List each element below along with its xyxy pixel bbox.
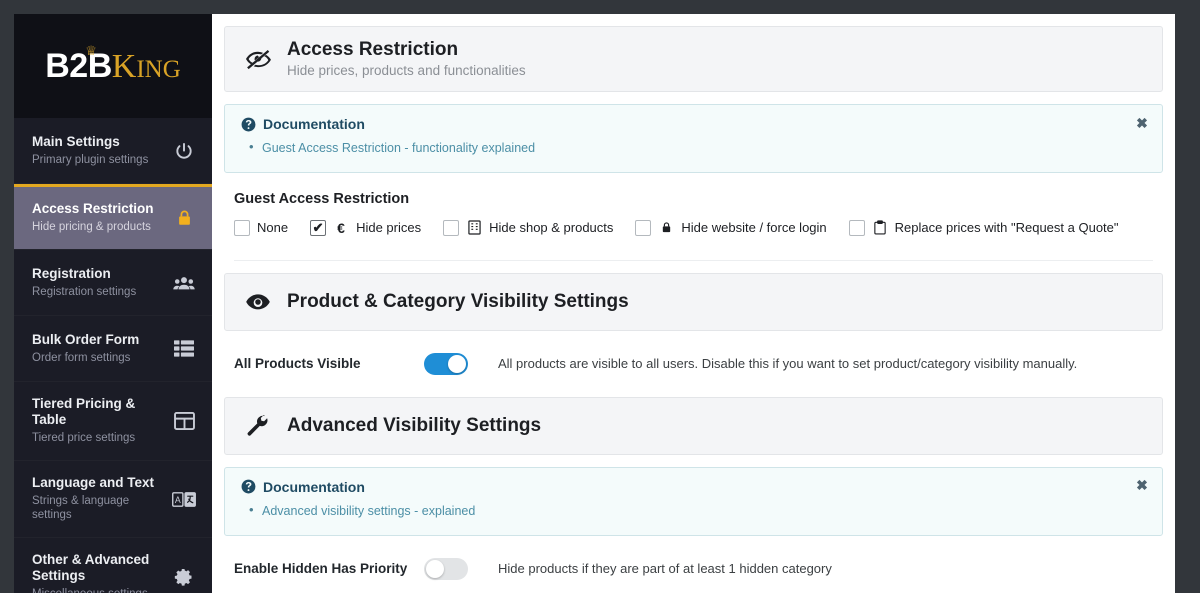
question-circle-icon (241, 479, 256, 494)
checkbox-option-hide-website-force-login[interactable]: Hide website / force login (635, 219, 827, 236)
toggle-enable-hidden-has-priority[interactable] (424, 557, 468, 580)
logo-text-secondary-rest: ING (136, 55, 181, 83)
documentation-link-list: Advanced visibility settings - explained (249, 500, 1146, 521)
sidebar-item-title: Language and Text (32, 475, 155, 491)
guest-access-options: None ✔ € Hide prices Hide shop & product… (234, 219, 1153, 236)
sidebar: ♕ B2BKING Main Settings Primary plugin s… (14, 14, 212, 593)
gear-icon (172, 565, 196, 589)
content-area: Access Restriction Hide prices, products… (212, 14, 1175, 593)
checkbox-label: Replace prices with "Request a Quote" (894, 220, 1119, 236)
sidebar-item-subtitle: Tiered price settings (32, 432, 136, 445)
sidebar-item-title: Tiered Pricing & Table (32, 396, 136, 428)
checkbox-hide-website-force-login[interactable] (635, 219, 652, 236)
toggle-all-products-visible[interactable] (424, 352, 468, 375)
checkbox-label: Hide shop & products (489, 220, 614, 236)
eye-icon (243, 287, 273, 317)
checkbox-none[interactable] (234, 219, 250, 236)
checkbox-option-none[interactable]: None (234, 219, 289, 236)
setting-row-enable-hidden-has-priority: Enable Hidden Has Priority Hide products… (224, 536, 1163, 580)
sidebar-item-title: Registration (32, 265, 111, 281)
checkbox-label: None (257, 220, 289, 236)
sidebar-item-subtitle: Strings & language settings (32, 495, 130, 522)
checkbox-hide-prices[interactable]: ✔ (310, 219, 327, 236)
section-title: Advanced Visibility Settings (287, 414, 542, 436)
sidebar-item-subtitle: Hide pricing & products (32, 221, 151, 234)
sidebar-item-title: Other & Advanced Settings (32, 551, 150, 584)
svg-text:A: A (175, 494, 181, 504)
setting-description: All products are visible to all users. D… (498, 356, 1078, 372)
sidebar-item-subtitle: Registration settings (32, 285, 137, 298)
page-title: Access Restriction (287, 39, 459, 60)
check-icon: ✔ (312, 219, 324, 235)
sidebar-item-title: Main Settings (32, 133, 120, 149)
documentation-title: Documentation (263, 478, 365, 495)
sidebar-item-tiered-pricing[interactable]: Tiered Pricing & Table Tiered price sett… (14, 382, 212, 462)
toggle-knob (426, 559, 444, 578)
sidebar-item-main-settings[interactable]: Main Settings Primary plugin settings (14, 118, 212, 184)
documentation-title: Documentation (263, 116, 365, 133)
lock-icon (658, 220, 674, 236)
section-heading: Guest Access Restriction (234, 190, 410, 207)
checkbox-option-replace-prices-request-quote[interactable]: Replace prices with "Request a Quote" (848, 219, 1119, 236)
brand-logo[interactable]: ♕ B2BKING (14, 14, 212, 118)
close-icon[interactable]: ✖ (1134, 115, 1150, 131)
shop-icon (466, 220, 482, 236)
users-icon (172, 271, 196, 295)
section-title: Product & Category Visibility Settings (287, 290, 629, 312)
sidebar-item-other-advanced-settings[interactable]: Other & Advanced Settings Miscellaneous … (14, 537, 212, 593)
logo-text-secondary-cap: K (111, 47, 137, 85)
table-icon (172, 409, 196, 433)
setting-description: Hide products if they are part of at lea… (498, 561, 832, 577)
sidebar-item-language-and-text[interactable]: Language and Text Strings & language set… (14, 461, 212, 538)
power-icon (172, 139, 196, 163)
crown-icon: ♕ (85, 42, 97, 58)
close-icon[interactable]: ✖ (1134, 477, 1150, 494)
checkbox-replace-prices-request-quote[interactable] (848, 219, 865, 236)
checkbox-label: Hide prices (356, 220, 422, 236)
sidebar-item-registration[interactable]: Registration Registration settings (14, 250, 212, 316)
sidebar-item-subtitle: Order form settings (32, 351, 131, 364)
advanced-visibility-header: Advanced Visibility Settings (224, 396, 1163, 455)
documentation-link-list: Guest Access Restriction - functionality… (249, 137, 1146, 158)
toggle-knob (448, 354, 466, 373)
checkbox-option-hide-prices[interactable]: ✔ € Hide prices (310, 219, 422, 236)
sidebar-item-title: Bulk Order Form (32, 331, 140, 347)
list-grid-icon (172, 337, 196, 361)
lock-icon (172, 206, 196, 230)
product-category-visibility-header: Product & Category Visibility Settings (224, 272, 1163, 331)
translate-icon: A (172, 487, 196, 511)
sidebar-item-subtitle: Miscellaneous settings (32, 588, 166, 593)
documentation-link[interactable]: Guest Access Restriction - functionality… (262, 141, 535, 155)
sidebar-item-subtitle: Primary plugin settings (32, 153, 149, 166)
documentation-link[interactable]: Advanced visibility settings - explained (262, 504, 475, 518)
sidebar-item-title: Access Restriction (32, 201, 154, 216)
checkbox-label: Hide website / force login (681, 220, 827, 236)
wrench-icon (243, 411, 273, 441)
list-item: Advanced visibility settings - explained (249, 500, 1146, 521)
logo-text-primary: B2B (45, 46, 112, 85)
eye-slash-icon (243, 44, 273, 74)
documentation-box-top: ✖ Documentation Guest Access Restriction… (224, 104, 1163, 173)
euro-icon: € (337, 219, 345, 236)
sidebar-item-access-restriction[interactable]: Access Restriction Hide pricing & produc… (14, 184, 212, 250)
app-root: ♕ B2BKING Main Settings Primary plugin s… (0, 0, 1200, 593)
documentation-box-advanced: ✖ Documentation Advanced visibility sett… (224, 466, 1163, 536)
question-circle-icon (241, 117, 256, 132)
checkbox-hide-shop-products[interactable] (443, 219, 460, 236)
list-item: Guest Access Restriction - functionality… (249, 137, 1146, 158)
clipboard-icon (872, 220, 888, 236)
setting-label: All Products Visible (234, 356, 361, 372)
setting-row-all-products-visible: All Products Visible All products are vi… (224, 331, 1163, 375)
sidebar-item-bulk-order-form[interactable]: Bulk Order Form Order form settings (14, 316, 212, 382)
setting-label: Enable Hidden Has Priority (234, 561, 408, 577)
page-header: Access Restriction Hide prices, products… (224, 26, 1163, 93)
guest-access-restriction-section: Guest Access Restriction None ✔ € Hide p… (224, 173, 1163, 261)
checkbox-option-hide-shop-products[interactable]: Hide shop & products (443, 219, 614, 236)
page-subtitle: Hide prices, products and functionalitie… (287, 62, 526, 78)
